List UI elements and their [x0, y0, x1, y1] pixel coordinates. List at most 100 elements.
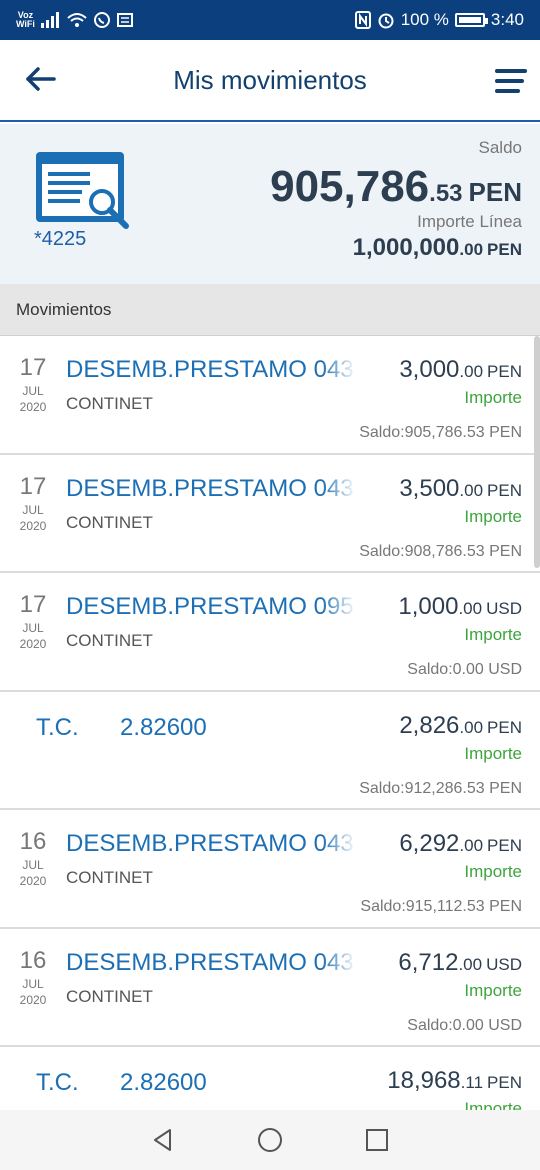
amount-int: 3,000 — [399, 356, 460, 383]
date-day: 16 — [19, 828, 47, 855]
tc-value: 2.82600 — [120, 713, 207, 741]
amount-dec: .11 — [460, 1073, 484, 1092]
account-summary: *4225 Saldo 905,786.53 PEN Importe Línea … — [0, 124, 540, 284]
movement-date: 16 JUL 2020 — [14, 947, 52, 1007]
movement-row[interactable]: 17 JUL 2020 DESEMB.PRESTAMO 043 CONTINET… — [0, 336, 540, 455]
amount-currency: PEN — [487, 717, 522, 737]
amount-int: 18,968 — [387, 1067, 461, 1094]
movement-amount: 6,292.00 PEN — [399, 830, 522, 858]
linea-dec: .00 — [459, 240, 484, 259]
square-recent-icon — [365, 1129, 388, 1151]
amount-currency: PEN — [487, 1073, 522, 1092]
tc-value: 2.82600 — [120, 1069, 207, 1096]
linea-label: Importe Línea — [417, 212, 522, 231]
amount-dec: .00 — [459, 836, 484, 855]
date-year: 2020 — [19, 518, 47, 533]
movement-balance: Saldo:0.00 USD — [407, 661, 522, 678]
date-month: JUL — [22, 976, 44, 991]
movement-balance: Saldo:915,112.53 PEN — [360, 898, 522, 915]
movement-description: DESEMB.PRESTAMO 043 — [66, 948, 354, 976]
importe-label: Importe — [464, 388, 522, 407]
amount-currency: PEN — [487, 362, 522, 381]
movement-description: DESEMB.PRESTAMO 095 — [66, 593, 354, 620]
description-fade — [322, 828, 356, 862]
linea-int: 1,000,000 — [352, 234, 460, 261]
movement-date: 16 JUL 2020 — [14, 828, 52, 888]
exchange-rate-row[interactable]: T.C. 2.82600 18,968.11 PEN Importe — [0, 1047, 540, 1110]
date-day: 17 — [19, 354, 47, 381]
saldo-amount: 905,786.53 PEN — [270, 162, 522, 212]
movement-row[interactable]: 17 JUL 2020 DESEMB.PRESTAMO 095 CONTINET… — [0, 573, 540, 692]
amount-int: 1,000 — [398, 593, 459, 620]
exchange-rate-row[interactable]: T.C. 2.82600 2,826.00 PEN Importe Saldo:9… — [0, 691, 540, 810]
movement-row[interactable]: 16 JUL 2020 DESEMB.PRESTAMO 043 CONTINET… — [0, 810, 540, 929]
nav-home-button[interactable] — [250, 1120, 290, 1160]
movement-row[interactable]: 17 JUL 2020 DESEMB.PRESTAMO 043 CONTINET… — [0, 454, 540, 573]
movement-balance: Saldo:0.00 USD — [407, 1016, 522, 1034]
amount-currency: USD — [486, 954, 522, 974]
movement-channel: CONTINET — [66, 986, 153, 1006]
menu-button[interactable] — [494, 68, 528, 98]
importe-label: Importe — [464, 980, 522, 1000]
amount-currency: PEN — [487, 480, 522, 500]
date-month: JUL — [22, 858, 44, 872]
movement-description: DESEMB.PRESTAMO 043 — [66, 356, 354, 383]
movement-balance: Saldo:908,786.53 PEN — [359, 542, 522, 560]
amount-int: 3,500 — [399, 474, 460, 502]
movement-date: 17 JUL 2020 — [14, 591, 52, 651]
date-month: JUL — [22, 384, 44, 398]
tc-label: T.C. — [36, 1069, 79, 1096]
linea-amount: 1,000,000.00 PEN — [353, 234, 522, 262]
app-header: Mis movimientos — [0, 40, 540, 122]
page-title: Mis movimientos — [173, 64, 367, 95]
battery-percent: 100 % — [400, 10, 449, 29]
status-bar: Voz WiFi 100 % 3:40 — [0, 0, 540, 40]
whatsapp-icon — [93, 12, 110, 28]
date-month: JUL — [22, 502, 44, 517]
movement-balance: Saldo:905,786.53 PEN — [359, 424, 522, 441]
saldo-int: 905,786 — [270, 162, 430, 211]
status-right: 100 % 3:40 — [354, 10, 524, 30]
importe-label: Importe — [464, 506, 522, 526]
nav-recent-button[interactable] — [357, 1120, 397, 1160]
amount-int: 6,292 — [399, 830, 460, 857]
signal-icon — [40, 12, 59, 28]
movement-channel: CONTINET — [66, 512, 153, 532]
battery-icon — [454, 13, 488, 27]
importe-label: Importe — [464, 862, 522, 881]
saldo-dec: .53 — [429, 180, 463, 207]
description-fade — [322, 946, 356, 981]
saldo-label: Saldo — [478, 138, 522, 157]
movement-amount: 3,500.00 PEN — [399, 475, 522, 503]
date-year: 2020 — [19, 992, 47, 1007]
movement-balance: Saldo:912,286.53 PEN — [359, 779, 522, 797]
movement-amount: 18,968.11 PEN — [387, 1067, 522, 1095]
amount-dec: .00 — [459, 362, 484, 381]
movement-row[interactable]: 16 JUL 2020 DESEMB.PRESTAMO 043 CONTINET… — [0, 928, 540, 1047]
wifi-icon — [67, 13, 87, 27]
description-fade — [322, 354, 356, 388]
news-icon — [116, 13, 133, 27]
menu-icon — [495, 69, 527, 93]
scrollbar[interactable] — [534, 336, 540, 568]
movements-list[interactable]: 17 JUL 2020 DESEMB.PRESTAMO 043 CONTINET… — [0, 336, 540, 1110]
saldo-currency: PEN — [468, 177, 522, 207]
movement-channel: CONTINET — [66, 868, 153, 887]
triangle-back-icon — [154, 1129, 172, 1151]
back-button[interactable] — [24, 62, 64, 102]
date-year: 2020 — [19, 637, 47, 651]
amount-int: 6,712 — [398, 948, 459, 976]
amount-dec: .00 — [458, 954, 483, 974]
movement-description: DESEMB.PRESTAMO 043 — [66, 830, 354, 857]
date-day: 17 — [19, 472, 47, 500]
amount-currency: PEN — [487, 836, 522, 855]
account-number: *4225 — [34, 228, 87, 250]
account-statement-icon — [36, 152, 129, 229]
movement-amount: 1,000.00 USD — [398, 593, 522, 621]
importe-label: Importe — [464, 743, 522, 763]
amount-dec: .00 — [458, 599, 483, 618]
movement-date: 17 JUL 2020 — [14, 473, 52, 533]
importe-label: Importe — [464, 1099, 522, 1110]
nav-back-button[interactable] — [143, 1120, 183, 1160]
movement-date: 17 JUL 2020 — [14, 354, 52, 414]
